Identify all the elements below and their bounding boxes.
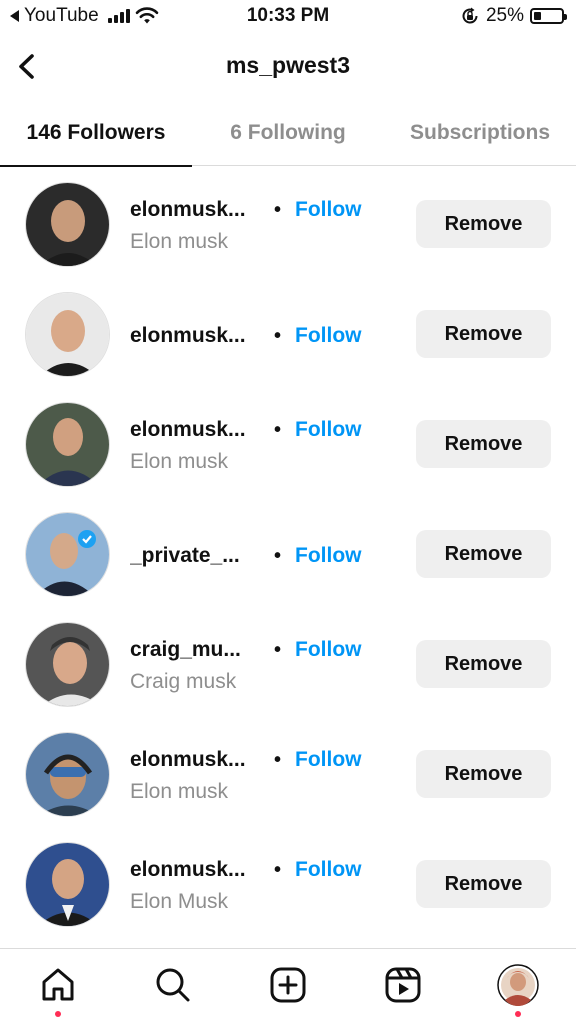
tab-followers[interactable]: 146 Followers <box>0 100 192 167</box>
follower-row[interactable]: elonmusk... • Follow Elon musk Remove <box>0 720 576 830</box>
reels-icon <box>385 967 421 1003</box>
username[interactable]: elonmusk... <box>130 748 260 772</box>
follower-row[interactable]: elonmusk... • Follow Remove <box>0 280 576 390</box>
full-name: Elon musk <box>130 450 229 473</box>
nav-home[interactable] <box>36 963 80 1007</box>
nav-search[interactable] <box>151 963 195 1007</box>
separator-dot: • <box>274 748 282 771</box>
avatar[interactable] <box>25 292 110 377</box>
avatar[interactable] <box>25 842 110 927</box>
remove-button[interactable]: Remove <box>416 750 551 798</box>
follow-button[interactable]: Follow <box>295 198 362 222</box>
tab-subscriptions[interactable]: Subscriptions <box>384 100 576 166</box>
full-name: Elon musk <box>130 780 229 803</box>
bottom-navigation <box>0 948 576 1024</box>
avatar[interactable] <box>25 512 110 597</box>
follow-tabs: 146 Followers 6 Following Subscriptions <box>0 100 576 167</box>
follow-button[interactable]: Follow <box>295 324 362 348</box>
follower-row[interactable]: elonmusk... • Follow Elon Musk Remove <box>0 830 576 940</box>
username[interactable]: elonmusk... <box>130 198 260 222</box>
page-title: ms_pwest3 <box>225 52 350 78</box>
follower-row[interactable]: craig_mu... • Follow Craig musk Remove <box>0 610 576 720</box>
status-indicators: 25% <box>460 5 567 27</box>
profile-avatar-icon <box>497 964 539 1006</box>
nav-create[interactable] <box>266 963 310 1007</box>
status-bar: YouTube 10:33 PM 25% <box>0 0 576 34</box>
avatar[interactable] <box>25 402 110 487</box>
follow-button[interactable]: Follow <box>295 748 362 772</box>
create-post-icon <box>270 967 306 1003</box>
full-name: Elon musk <box>130 230 229 253</box>
profile-header: ms_pwest3 <box>0 40 576 96</box>
avatar[interactable] <box>25 622 110 707</box>
home-notification-dot <box>55 1011 61 1017</box>
follower-row[interactable]: elonmusk... • Follow Elon musk Remove <box>0 170 576 280</box>
orientation-lock-icon <box>462 7 478 24</box>
full-name: Craig musk <box>130 670 237 693</box>
username[interactable]: elonmusk... <box>130 324 260 348</box>
profile-notification-dot <box>515 1011 521 1017</box>
remove-button[interactable]: Remove <box>416 530 551 578</box>
search-icon <box>156 968 190 1002</box>
username[interactable]: elonmusk... <box>130 858 260 882</box>
remove-button[interactable]: Remove <box>416 200 551 248</box>
battery-icon <box>530 8 567 24</box>
follow-button[interactable]: Follow <box>295 418 362 442</box>
remove-button[interactable]: Remove <box>416 640 551 688</box>
remove-button[interactable]: Remove <box>416 420 551 468</box>
username[interactable]: elonmusk... <box>130 418 260 442</box>
home-icon <box>42 968 74 1001</box>
avatar[interactable] <box>25 732 110 817</box>
full-name: Elon Musk <box>130 890 229 913</box>
nav-reels[interactable] <box>381 963 425 1007</box>
follower-row[interactable]: elonmusk... • Follow Elon musk Remove <box>0 390 576 500</box>
separator-dot: • <box>274 544 282 567</box>
follower-row[interactable]: _private_... • Follow Remove <box>0 500 576 610</box>
avatar[interactable] <box>25 182 110 267</box>
follow-button[interactable]: Follow <box>295 638 362 662</box>
remove-button[interactable]: Remove <box>416 310 551 358</box>
tab-following[interactable]: 6 Following <box>192 100 384 166</box>
separator-dot: • <box>274 418 282 441</box>
separator-dot: • <box>274 858 282 881</box>
separator-dot: • <box>274 198 282 221</box>
username[interactable]: craig_mu... <box>130 638 260 662</box>
remove-button[interactable]: Remove <box>416 860 551 908</box>
follow-button[interactable]: Follow <box>295 544 362 568</box>
battery-level <box>534 12 541 20</box>
nav-profile[interactable] <box>496 963 540 1007</box>
battery-percent: 25% <box>485 5 524 26</box>
follow-button[interactable]: Follow <box>295 858 362 882</box>
separator-dot: • <box>274 638 282 661</box>
separator-dot: • <box>274 324 282 347</box>
username[interactable]: _private_... <box>130 544 260 568</box>
